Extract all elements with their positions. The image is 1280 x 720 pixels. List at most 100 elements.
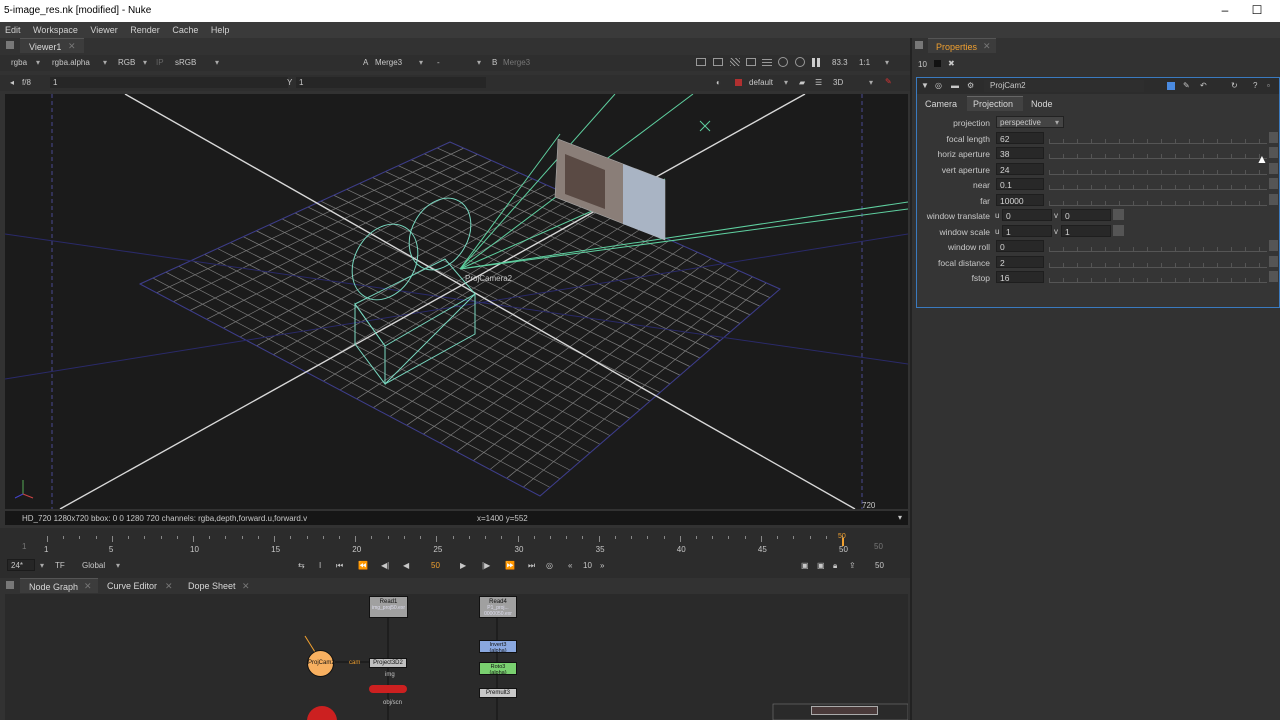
window-translate-u-field[interactable]: 0 [1002, 209, 1052, 221]
gamma-slider[interactable]: 1 [296, 77, 486, 88]
tab-curve-editor[interactable]: Curve Editor [107, 581, 157, 591]
edit-icon[interactable]: ✎ [1183, 81, 1190, 90]
animation-curve-icon[interactable] [1269, 131, 1278, 143]
tab-camera[interactable]: Camera [925, 99, 957, 109]
skip-back-icon[interactable]: « [568, 561, 572, 570]
animation-curve-icon[interactable] [1269, 178, 1278, 189]
fstop-value[interactable]: f/8 [22, 78, 31, 87]
timeline-ruler[interactable]: 1 1 5 10 15 20 25 30 35 40 45 50 50 50 [5, 532, 905, 556]
ratio-select[interactable]: 1:1 [859, 58, 870, 67]
animation-curve-icon[interactable] [1269, 147, 1278, 158]
menu-cache[interactable]: Cache [167, 22, 203, 35]
node-card[interactable] [369, 685, 407, 693]
node-project3d2[interactable]: Project3D2 [369, 658, 407, 668]
focal-length-field[interactable]: 62 [996, 131, 1044, 144]
tf-select[interactable]: TF [55, 561, 65, 570]
horiz-aperture-field[interactable]: 38 [996, 147, 1044, 159]
close-icon[interactable]: ✕ [242, 581, 250, 592]
help-icon[interactable]: ◎ [935, 81, 942, 90]
proxy-icon[interactable] [746, 58, 756, 66]
reload-icon[interactable]: ↻ [1231, 81, 1238, 90]
fstop-slider[interactable] [1049, 271, 1267, 283]
refresh-icon[interactable] [778, 57, 788, 67]
far-field[interactable]: 10000 [996, 193, 1044, 206]
focal-length-slider[interactable] [1049, 131, 1267, 144]
render-icon[interactable]: ▣ [817, 561, 825, 570]
animation-curve-icon[interactable] [1113, 209, 1124, 220]
zoom-display[interactable]: 83.3 [832, 58, 848, 67]
flipbook-icon[interactable]: ▣ [801, 561, 809, 570]
menu-viewer[interactable]: Viewer [85, 22, 122, 35]
horiz-aperture-slider[interactable] [1049, 147, 1267, 159]
play-backward-icon[interactable]: ◀ [403, 561, 409, 570]
tab-dope-sheet[interactable]: Dope Sheet [188, 581, 236, 591]
step-increment[interactable]: 10 [583, 561, 592, 570]
lock-icon[interactable]: ▰ [799, 78, 805, 87]
current-frame[interactable]: 50 [431, 561, 440, 570]
collapse-icon[interactable]: ▼ [921, 81, 929, 90]
float-icon[interactable]: ▬ [951, 81, 959, 90]
channels-select[interactable]: rgba [11, 58, 27, 67]
menu-render[interactable]: Render [125, 22, 165, 35]
ip-button[interactable]: IP [156, 58, 164, 67]
export-icon[interactable]: ⇪ [849, 561, 856, 570]
animation-curve-icon[interactable] [1269, 162, 1278, 174]
menu-workspace[interactable]: Workspace [28, 22, 83, 35]
vert-aperture-slider[interactable] [1049, 162, 1267, 175]
lut-select[interactable]: sRGB [175, 58, 196, 67]
fstop-field[interactable]: 16 [996, 271, 1044, 283]
animation-curve-icon[interactable] [1269, 271, 1278, 282]
color-icon[interactable] [1167, 82, 1175, 90]
a-input-select[interactable]: Merge3 [375, 58, 402, 67]
revert-icon[interactable]: ↶ [1200, 81, 1207, 90]
animation-curve-icon[interactable] [1269, 255, 1278, 267]
gain-slider[interactable]: 1 [50, 77, 288, 88]
window-translate-v-field[interactable]: 0 [1061, 209, 1111, 221]
menu-edit[interactable]: Edit [0, 22, 26, 35]
panel-menu-icon[interactable] [6, 581, 14, 589]
animation-curve-icon[interactable] [1269, 193, 1278, 205]
bounce-icon[interactable]: ⇆ [298, 561, 305, 570]
camera-select[interactable]: default [749, 78, 773, 87]
near-slider[interactable] [1049, 178, 1267, 190]
pause-icon[interactable] [812, 58, 815, 67]
clear-panels-icon[interactable]: ✖ [948, 59, 955, 68]
in-point-icon[interactable]: I [319, 561, 321, 570]
roi-icon[interactable] [713, 58, 723, 66]
tab-properties[interactable]: Properties ✕ [928, 38, 996, 53]
menu-help[interactable]: Help [206, 22, 235, 35]
focal-distance-field[interactable]: 2 [996, 255, 1044, 268]
tab-viewer1[interactable]: Viewer1 ✕ [20, 38, 84, 53]
play-forward-icon[interactable]: ▶ [460, 561, 466, 570]
settings-icon[interactable] [795, 57, 805, 67]
viewport-3d[interactable]: ProjCamera2 720 [5, 94, 908, 509]
panel-menu-icon[interactable] [915, 41, 923, 49]
close-icon[interactable]: ✕ [165, 581, 173, 592]
paint-icon[interactable]: ✎ [885, 77, 892, 86]
prev-key-icon[interactable]: ⏪ [358, 561, 368, 570]
last-frame-icon[interactable]: ⏭ [528, 561, 535, 571]
close-icon[interactable]: ✕ [68, 41, 76, 52]
guides-icon[interactable] [762, 58, 772, 66]
node-premult3[interactable]: Premult3 [479, 688, 517, 698]
node-read1[interactable]: Read1 img_proj50.exr [369, 596, 408, 618]
max-panels[interactable]: 10 [918, 60, 927, 69]
b-input-select[interactable]: Merge3 [503, 58, 530, 67]
list-icon[interactable]: ☰ [815, 78, 822, 87]
tab-projection[interactable]: Projection [967, 96, 1023, 111]
region-icon[interactable] [696, 58, 706, 66]
window-roll-field[interactable]: 0 [996, 240, 1044, 252]
step-forward-icon[interactable]: |▶ [482, 561, 490, 570]
close-icon[interactable]: ✕ [84, 581, 92, 592]
colorspace-select[interactable]: RGB [118, 58, 135, 67]
alpha-select[interactable]: rgba.alpha [52, 58, 90, 67]
near-field[interactable]: 0.1 [996, 178, 1044, 190]
record-icon[interactable] [735, 79, 742, 86]
question-icon[interactable]: ? [1253, 81, 1257, 90]
view-mode-select[interactable]: 3D [833, 78, 843, 87]
lock-panel-icon[interactable] [934, 60, 941, 67]
far-slider[interactable] [1049, 193, 1267, 206]
focal-distance-slider[interactable] [1049, 255, 1267, 268]
loop-icon[interactable]: ◎ [546, 561, 553, 570]
maximize-icon[interactable]: ▫ [1267, 81, 1270, 90]
